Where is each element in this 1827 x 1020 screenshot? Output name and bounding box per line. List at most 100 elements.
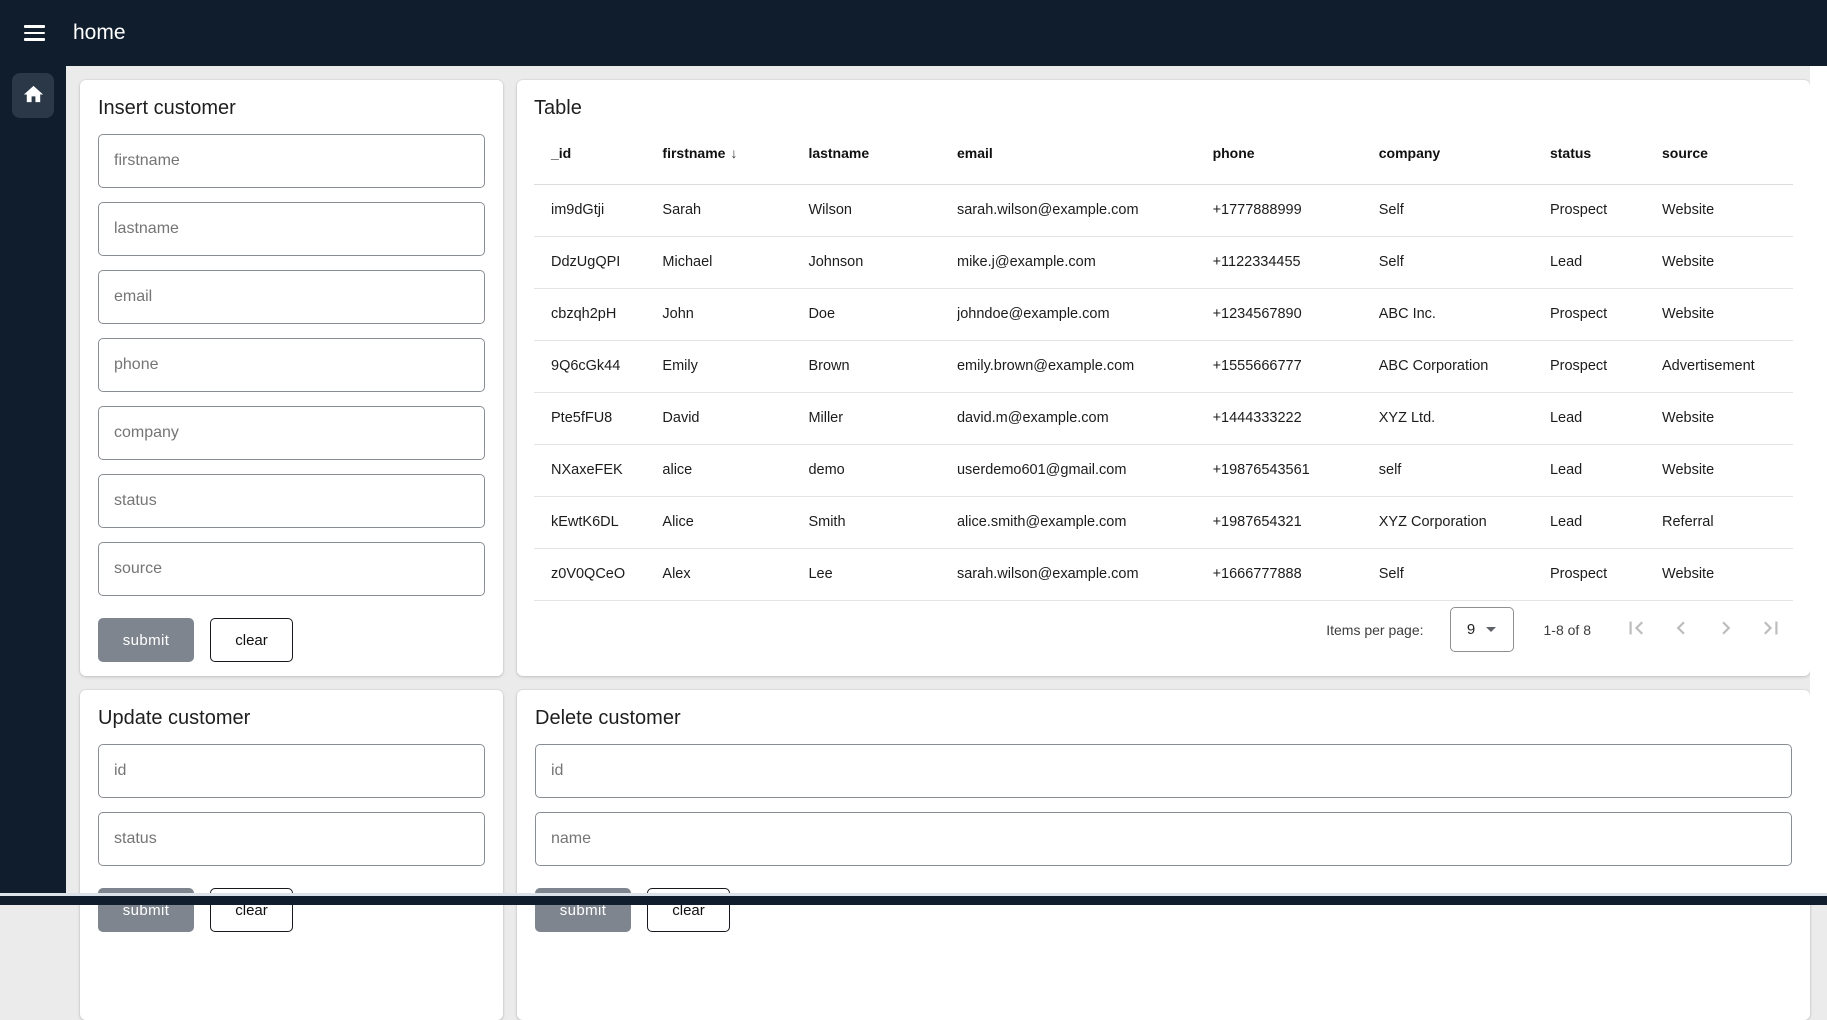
table-cell: Referral [1662,496,1793,548]
page-size-value: 9 [1467,621,1475,638]
table-cell: Self [1379,548,1550,600]
table-cell: alice.smith@example.com [957,496,1213,548]
dropdown-caret-icon [1486,627,1496,632]
table-cell: +1234567890 [1213,288,1379,340]
source-input[interactable] [98,542,485,596]
form-field [98,202,485,256]
next-page-button[interactable] [1703,607,1748,652]
table-card-title: Table [534,96,1793,120]
sidebar [0,66,66,905]
table-cell: +19876543561 [1213,444,1379,496]
table-cell: Website [1662,548,1793,600]
table-cell: Prospect [1550,288,1662,340]
table-cell: Website [1662,184,1793,236]
form-field [98,406,485,460]
customers-table: _id firstname↓ lastname email phone comp… [534,122,1793,601]
table-cell: self [1379,444,1550,496]
table-row: NXaxeFEK alice demo userdemo601@gmail.co… [534,444,1793,496]
lastname-input[interactable] [98,202,485,256]
insert-submit-button[interactable]: submit [98,618,194,662]
table-cell: Lee [808,548,957,600]
table-cell: +1777888999 [1213,184,1379,236]
table-row: DdzUgQPI Michael Johnson mike.j@example.… [534,236,1793,288]
column-header-lastname[interactable]: lastname [808,122,957,184]
table-header-row: _id firstname↓ lastname email phone comp… [534,122,1793,184]
table-cell: Lead [1550,444,1662,496]
column-header-company[interactable]: company [1379,122,1550,184]
table-card: Table _id firstname↓ lastname email phon… [517,80,1810,676]
paginator: Items per page: 9 1-8 of 8 [534,601,1793,659]
company-input[interactable] [98,406,485,460]
table-cell: alice [662,444,808,496]
table-row: im9dGtji Sarah Wilson sarah.wilson@examp… [534,184,1793,236]
form-field [98,338,485,392]
table-cell: XYZ Corporation [1379,496,1550,548]
email-input[interactable] [98,270,485,324]
update-status-input[interactable] [98,812,485,866]
table-row: kEwtK6DL Alice Smith alice.smith@example… [534,496,1793,548]
table-cell: +1666777888 [1213,548,1379,600]
table-cell: sarah.wilson@example.com [957,184,1213,236]
insert-customer-card: Insert customer submit clear [80,80,503,676]
column-header-id[interactable]: _id [534,122,662,184]
table-cell: demo [808,444,957,496]
table-cell: ABC Corporation [1379,340,1550,392]
first-page-button[interactable] [1613,607,1658,652]
table-cell: Website [1662,236,1793,288]
delete-card-title: Delete customer [535,706,1792,730]
last-page-button[interactable] [1748,607,1793,652]
table-cell: Smith [808,496,957,548]
delete-name-input[interactable] [535,812,1792,866]
home-icon [22,83,45,109]
scrollbar-track[interactable] [1810,66,1827,905]
sidebar-item-home[interactable] [12,73,54,118]
column-header-status[interactable]: status [1550,122,1662,184]
form-field [535,744,1792,798]
menu-button[interactable] [12,11,56,55]
column-header-firstname[interactable]: firstname↓ [662,122,808,184]
chevron-left-icon [1668,615,1694,644]
main-content: Insert customer submit clear Table [66,66,1810,905]
table-cell: Prospect [1550,340,1662,392]
table-cell: +1122334455 [1213,236,1379,288]
table-cell: Michael [662,236,808,288]
table-cell: Self [1379,236,1550,288]
phone-input[interactable] [98,338,485,392]
column-header-source[interactable]: source [1662,122,1793,184]
items-per-page-label: Items per page: [1326,622,1423,638]
table-cell: cbzqh2pH [534,288,662,340]
last-page-icon [1758,615,1784,644]
table-cell: Sarah [662,184,808,236]
page-title: home [73,21,126,45]
table-cell: Website [1662,288,1793,340]
table-row: 9Q6cGk44 Emily Brown emily.brown@example… [534,340,1793,392]
table-cell: Lead [1550,496,1662,548]
delete-id-input[interactable] [535,744,1792,798]
previous-page-button[interactable] [1658,607,1703,652]
chevron-right-icon [1713,615,1739,644]
column-header-phone[interactable]: phone [1213,122,1379,184]
form-field [98,744,485,798]
table-cell: Prospect [1550,184,1662,236]
table-cell: Pte5fFU8 [534,392,662,444]
form-field [98,542,485,596]
table-cell: Alex [662,548,808,600]
table-cell: +1987654321 [1213,496,1379,548]
form-field [98,474,485,528]
column-header-email[interactable]: email [957,122,1213,184]
insert-clear-button[interactable]: clear [210,618,293,662]
table-cell: kEwtK6DL [534,496,662,548]
page-size-select[interactable]: 9 [1450,607,1514,652]
table-cell: Brown [808,340,957,392]
table-cell: userdemo601@gmail.com [957,444,1213,496]
update-id-input[interactable] [98,744,485,798]
table-cell: Advertisement [1662,340,1793,392]
status-input[interactable] [98,474,485,528]
table-cell: +1555666777 [1213,340,1379,392]
form-field [98,812,485,866]
firstname-input[interactable] [98,134,485,188]
table-cell: Website [1662,444,1793,496]
table-cell: Emily [662,340,808,392]
sort-arrow-icon: ↓ [730,145,737,161]
table-cell: emily.brown@example.com [957,340,1213,392]
